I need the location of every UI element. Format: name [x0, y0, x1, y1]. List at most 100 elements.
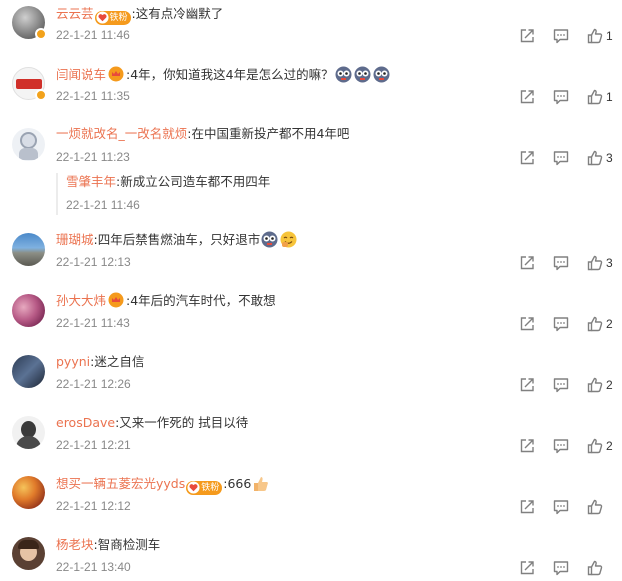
- fan-heart-icon: [187, 481, 200, 494]
- share-icon[interactable]: [518, 149, 536, 167]
- comment-text: :这有点冷幽默了: [131, 6, 224, 21]
- comment-text-line: 珊瑚城:四年后禁售燃油车，只好退市: [56, 231, 298, 249]
- share-icon[interactable]: [518, 498, 536, 516]
- share-icon[interactable]: [518, 437, 536, 455]
- fan-badge: 铁粉: [94, 11, 131, 25]
- share-icon[interactable]: [518, 254, 536, 272]
- vip-badge-icon: [35, 89, 47, 101]
- like-icon[interactable]: [586, 27, 604, 45]
- share-icon[interactable]: [518, 27, 536, 45]
- username-link[interactable]: 孙大大炜: [56, 293, 106, 308]
- comment-text: :666: [223, 476, 252, 491]
- comment-actions: 2: [518, 376, 618, 394]
- comment-icon[interactable]: [552, 254, 570, 272]
- avatar[interactable]: [12, 416, 45, 449]
- comment-icon[interactable]: [552, 437, 570, 455]
- fan-badge: 铁粉: [186, 481, 223, 495]
- timestamp: 22-1-21 11:46: [66, 198, 140, 212]
- share-icon[interactable]: [518, 559, 536, 577]
- comment-icon[interactable]: [552, 88, 570, 106]
- comment-actions: [518, 559, 618, 577]
- comment-text-line: pyyni:迷之自信: [56, 353, 144, 371]
- comment-actions: 3: [518, 149, 618, 167]
- comment-text: :4年后的汽车时代，不敢想: [126, 293, 276, 308]
- like-icon[interactable]: [586, 437, 604, 455]
- comment-actions: 2: [518, 437, 618, 455]
- comment-text: :四年后禁售燃油车，只好退市: [93, 232, 261, 247]
- reply-text: :新成立公司造车都不用四年: [116, 174, 271, 189]
- like-icon[interactable]: [586, 559, 604, 577]
- avatar[interactable]: [12, 233, 45, 266]
- timestamp: 22-1-21 13:40: [56, 560, 131, 574]
- comment-text: :在中国重新投产都不用4年吧: [187, 126, 350, 141]
- comment-text-line: 一烦就改名_一改名就烦:在中国重新投产都不用4年吧: [56, 125, 349, 143]
- username-link[interactable]: 一烦就改名_一改名就烦: [56, 126, 187, 141]
- emoji-icon: [354, 66, 371, 83]
- comment-icon[interactable]: [552, 376, 570, 394]
- comment-icon[interactable]: [552, 315, 570, 333]
- share-icon[interactable]: [518, 376, 536, 394]
- username-link[interactable]: 闫闻说车: [56, 67, 106, 82]
- like-count: 1: [606, 90, 613, 104]
- comment-text-line: 杨老块:智商检测车: [56, 536, 160, 554]
- comment-text-line: 闫闻说车 :4年，你知道我这4年是怎么过的嘛？: [56, 66, 391, 84]
- comment-text: :智商检测车: [93, 537, 161, 552]
- like-count: 3: [606, 151, 613, 165]
- avatar[interactable]: [12, 476, 45, 509]
- emoji-icon: [373, 66, 390, 83]
- comment-text: :4年，你知道我这4年是怎么过的嘛？: [126, 67, 334, 82]
- timestamp: 22-1-21 12:12: [56, 499, 131, 513]
- timestamp: 22-1-21 11:23: [56, 150, 130, 164]
- avatar[interactable]: [12, 537, 45, 570]
- vip-badge-icon: [35, 28, 47, 40]
- comment-text-line: 孙大大炜 :4年后的汽车时代，不敢想: [56, 292, 276, 310]
- like-count: 1: [606, 29, 613, 43]
- username-link[interactable]: 雪肇丰年: [66, 174, 116, 189]
- vip-crown-icon: [108, 292, 124, 308]
- comment-text: :又来一作死的 拭目以待: [115, 415, 249, 430]
- comment-actions: 2: [518, 315, 618, 333]
- comment-text-line: 想买一辆五菱宏光yyds 铁粉:666: [56, 475, 270, 495]
- username-link[interactable]: pyyni: [56, 354, 90, 369]
- emoji-icon: [280, 231, 297, 248]
- username-link[interactable]: 杨老块: [56, 537, 94, 552]
- share-icon[interactable]: [518, 88, 536, 106]
- emoji-icon: [335, 66, 352, 83]
- avatar[interactable]: [12, 355, 45, 388]
- comment-actions: 1: [518, 88, 618, 106]
- comment-icon[interactable]: [552, 498, 570, 516]
- comment-icon[interactable]: [552, 559, 570, 577]
- like-icon[interactable]: [586, 376, 604, 394]
- timestamp: 22-1-21 12:26: [56, 377, 131, 391]
- like-icon[interactable]: [586, 149, 604, 167]
- comment-text-line: 云云芸 铁粉:这有点冷幽默了: [56, 5, 223, 25]
- like-count: 3: [606, 256, 613, 270]
- username-link[interactable]: 想买一辆五菱宏光yyds: [56, 476, 185, 491]
- comment-text: :迷之自信: [90, 354, 145, 369]
- timestamp: 22-1-21 11:43: [56, 316, 130, 330]
- comment-actions: 1: [518, 27, 618, 45]
- comment-icon[interactable]: [552, 149, 570, 167]
- avatar[interactable]: [12, 294, 45, 327]
- share-icon[interactable]: [518, 315, 536, 333]
- like-count: 2: [606, 439, 613, 453]
- vip-crown-icon: [108, 66, 124, 82]
- username-link[interactable]: erosDave: [56, 415, 115, 430]
- like-count: 2: [606, 378, 613, 392]
- timestamp: 22-1-21 11:46: [56, 28, 130, 42]
- avatar[interactable]: [12, 128, 45, 161]
- reply-block: 雪肇丰年:新成立公司造车都不用四年 22-1-21 11:46: [56, 173, 270, 215]
- fan-heart-icon: [95, 11, 109, 24]
- like-icon[interactable]: [586, 254, 604, 272]
- like-icon[interactable]: [586, 315, 604, 333]
- thumbs-up-emoji-icon: [252, 475, 269, 492]
- comment-actions: [518, 498, 618, 516]
- username-link[interactable]: 云云芸: [56, 6, 94, 21]
- like-icon[interactable]: [586, 498, 604, 516]
- timestamp: 22-1-21 12:13: [56, 255, 131, 269]
- username-link[interactable]: 珊瑚城: [56, 232, 94, 247]
- like-icon[interactable]: [586, 88, 604, 106]
- comment-icon[interactable]: [552, 27, 570, 45]
- timestamp: 22-1-21 11:35: [56, 89, 130, 103]
- comment-text-line: erosDave:又来一作死的 拭目以待: [56, 414, 248, 432]
